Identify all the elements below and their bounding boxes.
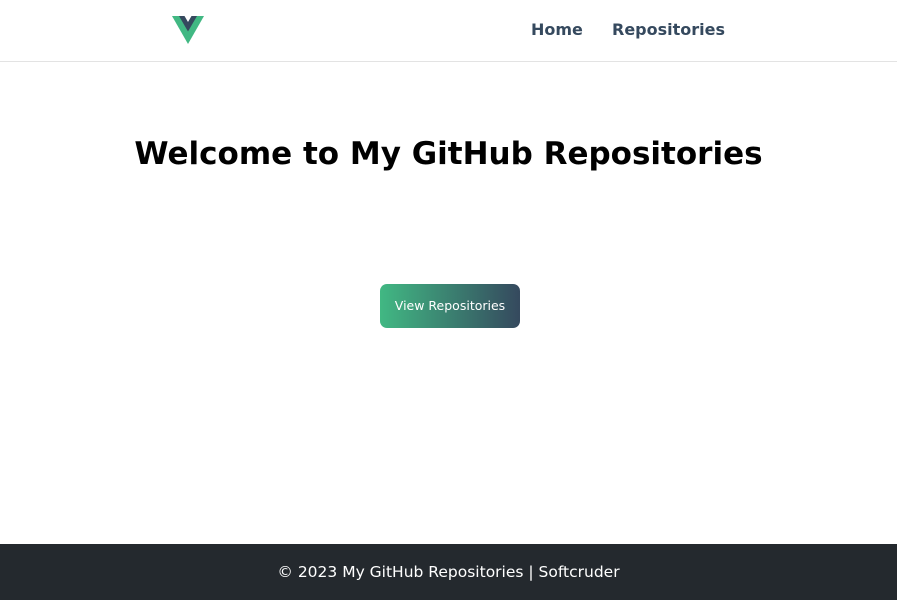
- footer: © 2023 My GitHub Repositories | Softcrud…: [0, 544, 897, 600]
- vue-logo-icon[interactable]: [172, 16, 204, 44]
- navbar: Home Repositories: [0, 0, 897, 62]
- nav-repositories-link[interactable]: Repositories: [612, 20, 725, 40]
- page-title: Welcome to My GitHub Repositories: [134, 136, 763, 172]
- footer-copyright: © 2023 My GitHub Repositories | Softcrud…: [277, 563, 620, 581]
- page: Home Repositories Welcome to My GitHub R…: [0, 0, 897, 600]
- view-repositories-button[interactable]: View Repositories: [380, 284, 520, 328]
- nav-home-link[interactable]: Home: [531, 20, 583, 40]
